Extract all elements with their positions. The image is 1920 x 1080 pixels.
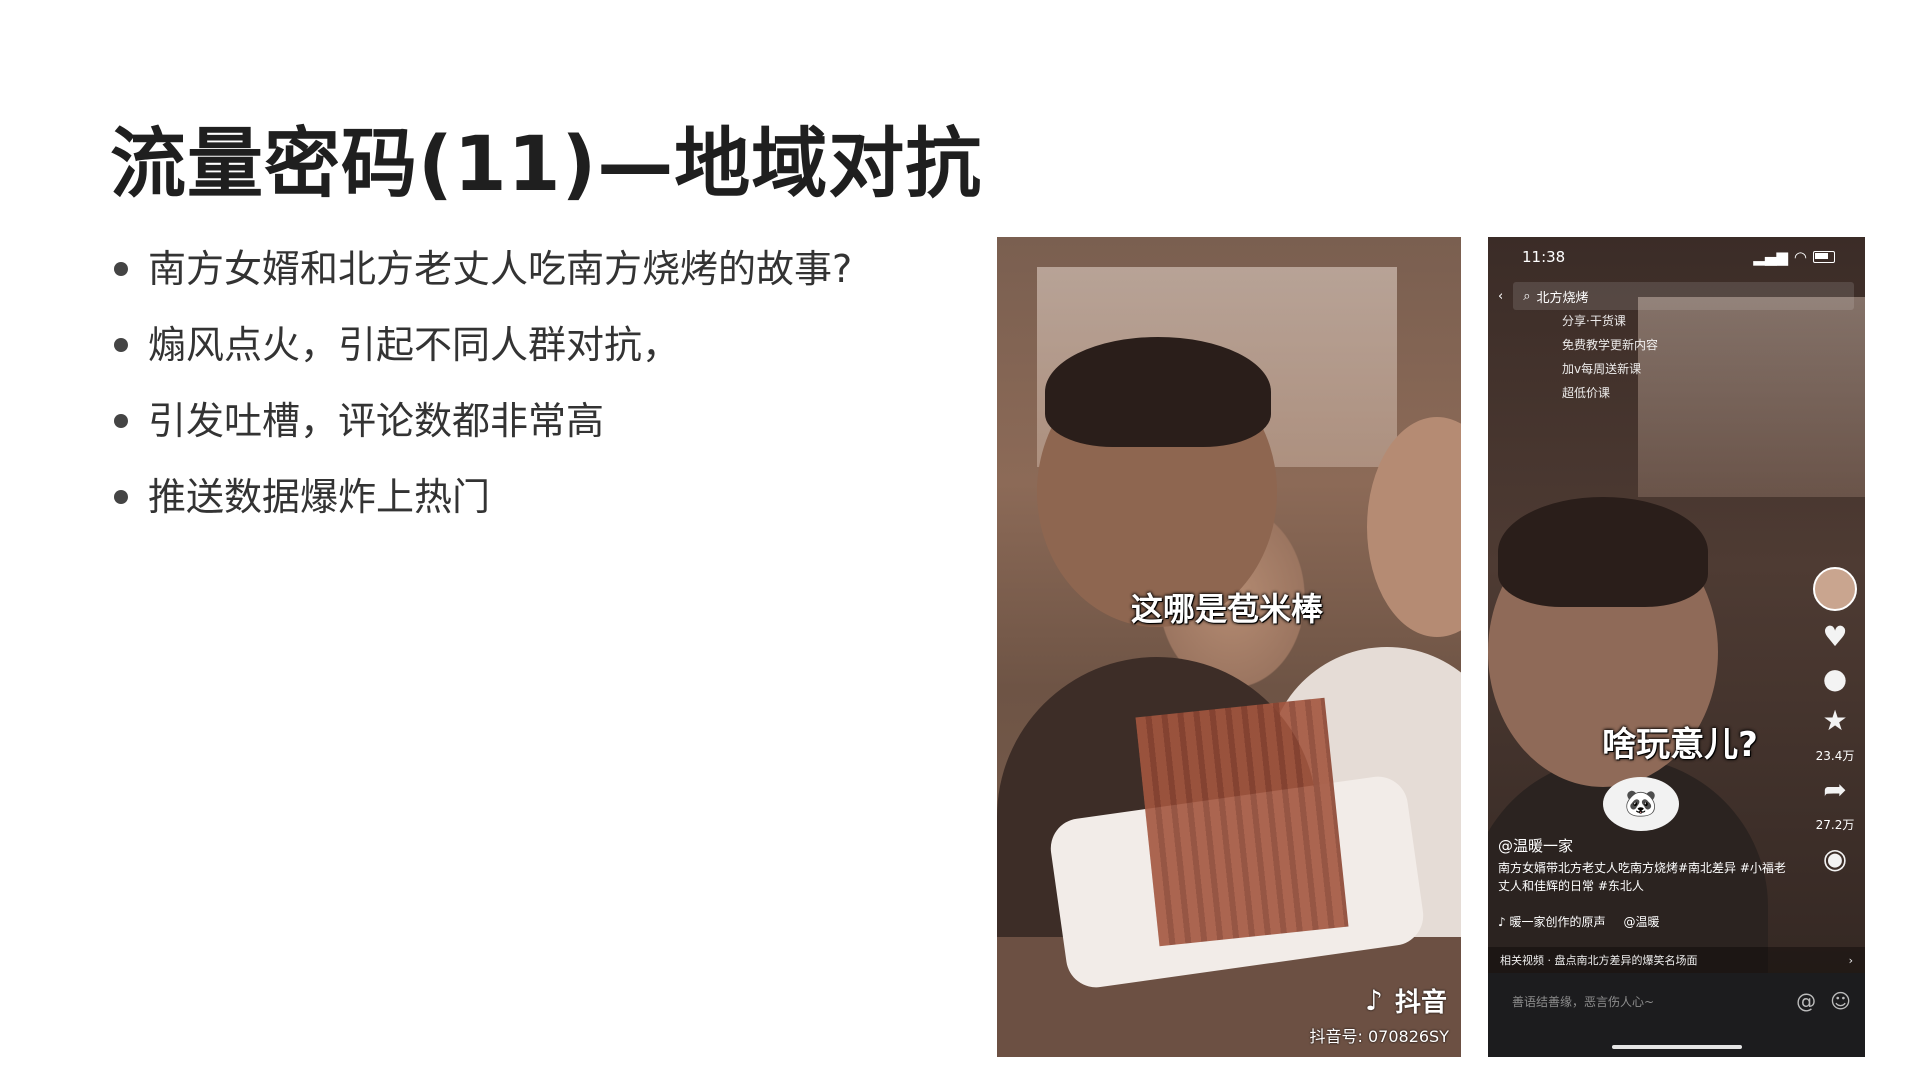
related-video-bar[interactable]: 相关视频 · 盘点南北方差异的爆笑名场面 › [1488, 947, 1865, 973]
battery-icon [1813, 251, 1835, 263]
home-indicator [1612, 1045, 1742, 1049]
music-author: @温暖 [1623, 915, 1660, 929]
heart-icon[interactable]: ♥ [1822, 621, 1847, 653]
shares-count: 27.2万 [1815, 818, 1855, 832]
search-icon: ⌕ [1523, 288, 1531, 304]
comment-input[interactable]: 善语结善缘，恶言伤人心~ [1512, 993, 1654, 1010]
action-sidebar: ♥ ● ★ 23.4万 ➦ 27.2万 ◉ [1813, 567, 1857, 875]
video-caption: 啥玩意儿? [1602, 725, 1758, 765]
douyin-note-icon: ♪ [1364, 983, 1383, 1017]
music-disc-icon[interactable]: ◉ [1823, 843, 1847, 875]
video-caption: 这哪是苞米棒 [1130, 590, 1323, 628]
status-icons: ▂▄▆ ◠ [1753, 248, 1835, 266]
background-window [1638, 297, 1865, 497]
signal-icon: ▂▄▆ [1753, 248, 1788, 266]
status-time: 11:38 [1522, 248, 1566, 266]
bullet-dot-icon [114, 490, 128, 504]
share-icon[interactable]: ➦ [1823, 774, 1846, 806]
comment-icons: @ ☺ [1796, 989, 1851, 1013]
bullet-item: 南方女婿和北方老丈人吃南方烧烤的故事? [112, 248, 852, 290]
video-description: 南方女婿带北方老丈人吃南方烧烤#南北差异 #小福老丈人和佳辉的日常 #东北人 [1498, 861, 1786, 893]
douyin-logo-text: 抖音 [1394, 988, 1447, 1018]
bullet-text: 推送数据爆炸上热门 [148, 475, 491, 519]
bullet-list: 南方女婿和北方老丈人吃南方烧烤的故事? 煽风点火，引起不同人群对抗， 引发吐槽，… [112, 248, 852, 552]
douyin-id: 抖音号: 070826SY [1309, 1027, 1450, 1046]
search-bar[interactable]: ‹ ⌕ 北方烧烤 [1498, 281, 1854, 311]
bullet-text: 煽风点火，引起不同人群对抗， [148, 323, 681, 367]
person-father-in-law-hair [1045, 337, 1271, 447]
bullet-dot-icon [114, 414, 128, 428]
bbq-skewers [1135, 697, 1349, 947]
author-username[interactable]: @温暖一家 [1498, 835, 1573, 856]
bullet-dot-icon [114, 262, 128, 276]
bullet-dot-icon [114, 338, 128, 352]
bullet-item: 煽风点火，引起不同人群对抗， [112, 324, 852, 366]
music-title: ♪ 暖一家创作的原声 [1498, 915, 1606, 929]
overlay-promo-text: 分享·干货课 免费教学更新内容 加v每周送新课 超低价课 [1562, 309, 1658, 405]
video-still-left: 这哪是苞米棒 ♪ 抖音 抖音号: 070826SY [997, 237, 1461, 1057]
likes-count: 23.4万 [1815, 749, 1855, 763]
phone-screenshot: 11:38 ▂▄▆ ◠ ‹ ⌕ 北方烧烤 分享·干货课 免费教学更新内容 加v每… [1488, 237, 1865, 1057]
search-box[interactable]: ⌕ 北方烧烤 [1513, 282, 1854, 310]
bullet-item: 引发吐槽，评论数都非常高 [112, 400, 852, 442]
status-bar: 11:38 ▂▄▆ ◠ [1488, 237, 1865, 277]
bullet-item: 推送数据爆炸上热门 [112, 476, 852, 518]
related-video-text: 相关视频 · 盘点南北方差异的爆笑名场面 [1500, 954, 1698, 967]
search-text: 北方烧烤 [1536, 290, 1589, 306]
overlay-line: 分享·干货课 [1562, 314, 1626, 328]
overlay-line: 加v每周送新课 [1562, 362, 1642, 376]
back-chevron-icon[interactable]: ‹ [1498, 289, 1503, 304]
overlay-line: 免费教学更新内容 [1562, 338, 1659, 352]
bullet-text: 南方女婿和北方老丈人吃南方烧烤的故事? [148, 247, 853, 291]
star-icon[interactable]: ★ [1822, 705, 1847, 737]
panda-meme-icon: 🐼 [1603, 777, 1679, 831]
slide-title: 流量密码(11)—地域对抗 [110, 119, 983, 208]
music-info[interactable]: ♪ 暖一家创作的原声 @温暖 [1498, 913, 1798, 930]
overlay-line: 超低价课 [1562, 386, 1611, 400]
bullet-text: 引发吐槽，评论数都非常高 [148, 399, 605, 443]
emoji-icon[interactable]: ☺ [1830, 989, 1851, 1013]
douyin-logo: ♪ 抖音 [1365, 982, 1447, 1019]
comment-icon[interactable]: ● [1823, 663, 1847, 695]
chevron-right-icon: › [1848, 953, 1853, 967]
person-hair [1498, 497, 1708, 607]
author-avatar[interactable] [1813, 567, 1857, 611]
mention-icon[interactable]: @ [1796, 989, 1816, 1013]
wifi-icon: ◠ [1793, 248, 1807, 266]
comment-bar: 善语结善缘，恶言伤人心~ @ ☺ [1488, 973, 1865, 1057]
